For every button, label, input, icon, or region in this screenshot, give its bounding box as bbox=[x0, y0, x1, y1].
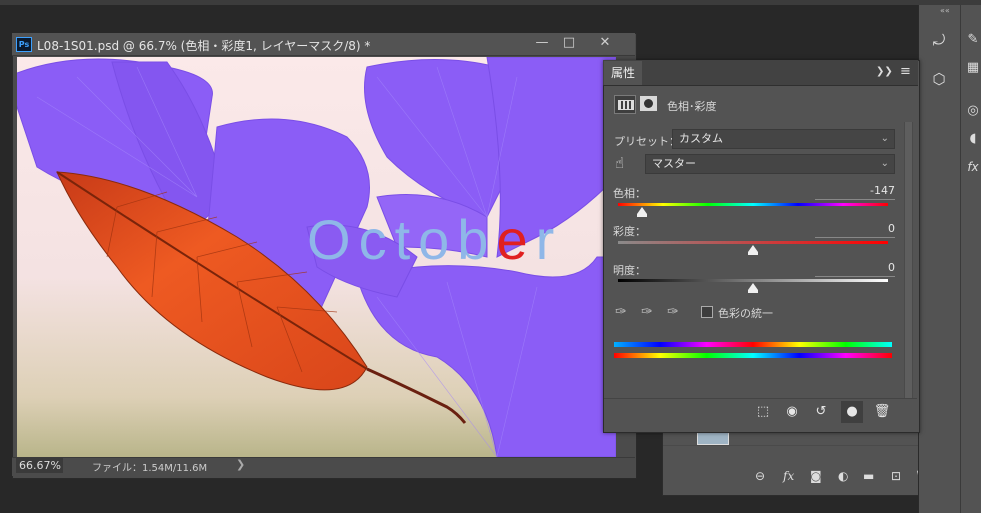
letter: t bbox=[394, 208, 419, 271]
collapse-icon[interactable]: ❯❯ bbox=[876, 66, 893, 77]
status-menu-arrow-icon[interactable]: ❯ bbox=[236, 458, 245, 471]
fx-icon[interactable]: fx bbox=[783, 469, 794, 483]
eyedropper-add-icon[interactable]: ✑ bbox=[641, 304, 653, 320]
folder-icon[interactable]: ▬ bbox=[863, 469, 874, 483]
hue-label: 色相： bbox=[613, 187, 646, 200]
delete-icon[interactable]: 🗑 bbox=[871, 401, 893, 423]
letter: c bbox=[358, 208, 395, 271]
maximize-button[interactable]: □ bbox=[558, 34, 580, 52]
tab-properties[interactable]: 属性 bbox=[604, 61, 642, 85]
new-layer-icon[interactable]: ⊡ bbox=[891, 469, 901, 483]
photoshop-icon: Ps bbox=[16, 37, 32, 52]
path-icon[interactable]: ◎ bbox=[962, 100, 981, 122]
color-bar-top bbox=[614, 342, 892, 347]
history-icon[interactable]: ⤾ bbox=[928, 29, 950, 51]
properties-scrollbar[interactable] bbox=[904, 122, 913, 399]
close-button[interactable]: ✕ bbox=[594, 34, 616, 52]
letter: O bbox=[307, 208, 359, 271]
lightness-slider-track[interactable] bbox=[618, 279, 888, 282]
style-icon[interactable]: fx bbox=[962, 156, 981, 178]
view-previous-icon[interactable]: ◉ bbox=[781, 401, 803, 423]
preset-label: プリセット： bbox=[614, 135, 680, 148]
mask-icon[interactable]: ◙ bbox=[810, 469, 822, 483]
panel-menu-icon[interactable]: ≡ bbox=[900, 64, 911, 79]
lightness-value[interactable]: 0 bbox=[815, 261, 895, 277]
eyedropper-subtract-icon[interactable]: ✑ bbox=[667, 304, 679, 320]
eyedropper-icon[interactable]: ✑ bbox=[615, 304, 627, 320]
grid-icon[interactable]: ▦ bbox=[962, 57, 981, 79]
layer-thumbnail bbox=[697, 431, 729, 445]
brush-icon[interactable]: ✎ bbox=[962, 29, 981, 51]
channel-select[interactable]: マスター ⌄ bbox=[645, 154, 895, 174]
reset-icon[interactable]: ↺ bbox=[810, 401, 832, 423]
mask-icon[interactable] bbox=[640, 96, 657, 111]
saturation-value[interactable]: 0 bbox=[815, 222, 895, 238]
clip-to-layer-icon[interactable]: ⬚ bbox=[752, 401, 774, 423]
lightness-label: 明度： bbox=[613, 264, 646, 277]
letter-accent: e bbox=[496, 208, 536, 271]
adjust-icon[interactable]: ◖ bbox=[962, 128, 981, 150]
color-bar-bottom bbox=[614, 353, 892, 358]
document-title: L08-1S01.psd @ 66.7% (色相・彩度1, レイヤーマスク/8)… bbox=[37, 39, 371, 53]
workspace-top-strip bbox=[0, 0, 981, 5]
letter: b bbox=[457, 208, 497, 271]
visibility-eye-icon[interactable]: ● bbox=[841, 401, 863, 423]
targeted-adjustment-hand-icon[interactable]: ☝ bbox=[615, 154, 624, 172]
zoom-field[interactable]: 66.67% bbox=[16, 458, 63, 473]
document-canvas[interactable]: October bbox=[17, 57, 616, 457]
saturation-label: 彩度： bbox=[613, 225, 646, 238]
preset-select[interactable]: カスタム ⌄ bbox=[672, 129, 895, 149]
channel-value: マスター bbox=[652, 157, 696, 170]
hue-slider-thumb[interactable] bbox=[637, 207, 648, 217]
letter: o bbox=[418, 208, 458, 271]
link-icon[interactable]: ⊖ bbox=[755, 469, 765, 483]
dock-collapse-icon[interactable]: «« bbox=[940, 6, 950, 15]
saturation-slider-thumb[interactable] bbox=[748, 245, 758, 255]
hue-value[interactable]: -147 bbox=[815, 184, 895, 200]
colorize-checkbox[interactable] bbox=[701, 306, 713, 318]
chevron-down-icon: ⌄ bbox=[880, 158, 889, 169]
canvas-text-october: October bbox=[307, 207, 562, 272]
saturation-slider-track[interactable] bbox=[618, 241, 888, 244]
chevron-down-icon: ⌄ bbox=[880, 133, 889, 144]
3d-icon[interactable]: ⬡ bbox=[928, 68, 950, 90]
file-info: ファイル：1.54M/11.6M bbox=[92, 463, 208, 474]
preset-value: カスタム bbox=[679, 132, 723, 145]
properties-panel bbox=[603, 60, 920, 433]
properties-header bbox=[603, 60, 918, 86]
letter: r bbox=[535, 208, 563, 271]
divider bbox=[604, 398, 917, 399]
colorize-label: 色彩の統一 bbox=[718, 307, 773, 320]
lightness-slider-thumb[interactable] bbox=[748, 283, 758, 293]
adjustment-icon[interactable] bbox=[614, 95, 636, 114]
hue-slider-track[interactable] bbox=[618, 203, 888, 206]
right-dock-column bbox=[960, 5, 981, 513]
adjustment-icon[interactable]: ◐ bbox=[838, 469, 848, 483]
adjustment-name: 色相･彩度 bbox=[667, 100, 717, 113]
minimize-button[interactable]: — bbox=[531, 34, 553, 52]
